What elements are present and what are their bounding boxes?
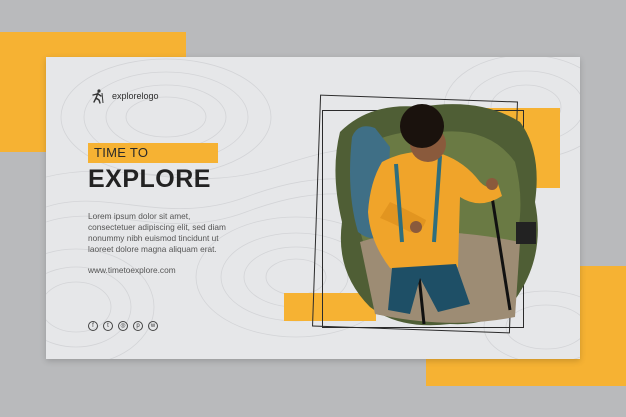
headline: EXPLORE [88, 165, 211, 193]
hiker-icon [92, 89, 104, 104]
instagram-icon[interactable]: ◎ [118, 321, 128, 331]
social-links: f t ◎ p w [88, 321, 158, 331]
pinterest-icon[interactable]: p [133, 321, 143, 331]
whatsapp-icon[interactable]: w [148, 321, 158, 331]
body-line: nonummy nibh euismod tincidunt ut [88, 233, 219, 243]
twitter-icon[interactable]: t [103, 321, 113, 331]
body-line: Lorem ipsum dolor sit amet, [88, 211, 191, 221]
body-paragraph: Lorem ipsum dolor sit amet, consectetuer… [88, 211, 263, 255]
photo-composition [284, 92, 560, 334]
website-link[interactable]: www.timetoexplore.com [88, 265, 176, 275]
brand-logo[interactable]: explorelogo [90, 88, 159, 104]
banner-card: explorelogo TIME TO EXPLORE Lorem ipsum … [46, 57, 580, 359]
logo-text: explorelogo [112, 91, 159, 101]
facebook-icon[interactable]: f [88, 321, 98, 331]
body-line: consectetuer adipiscing elit, sed diam [88, 222, 226, 232]
dark-accent-square [516, 222, 536, 244]
body-line: laoreet dolore magna aliquam erat. [88, 244, 217, 254]
tagline: TIME TO [94, 145, 149, 160]
hiker-photo [335, 104, 538, 326]
